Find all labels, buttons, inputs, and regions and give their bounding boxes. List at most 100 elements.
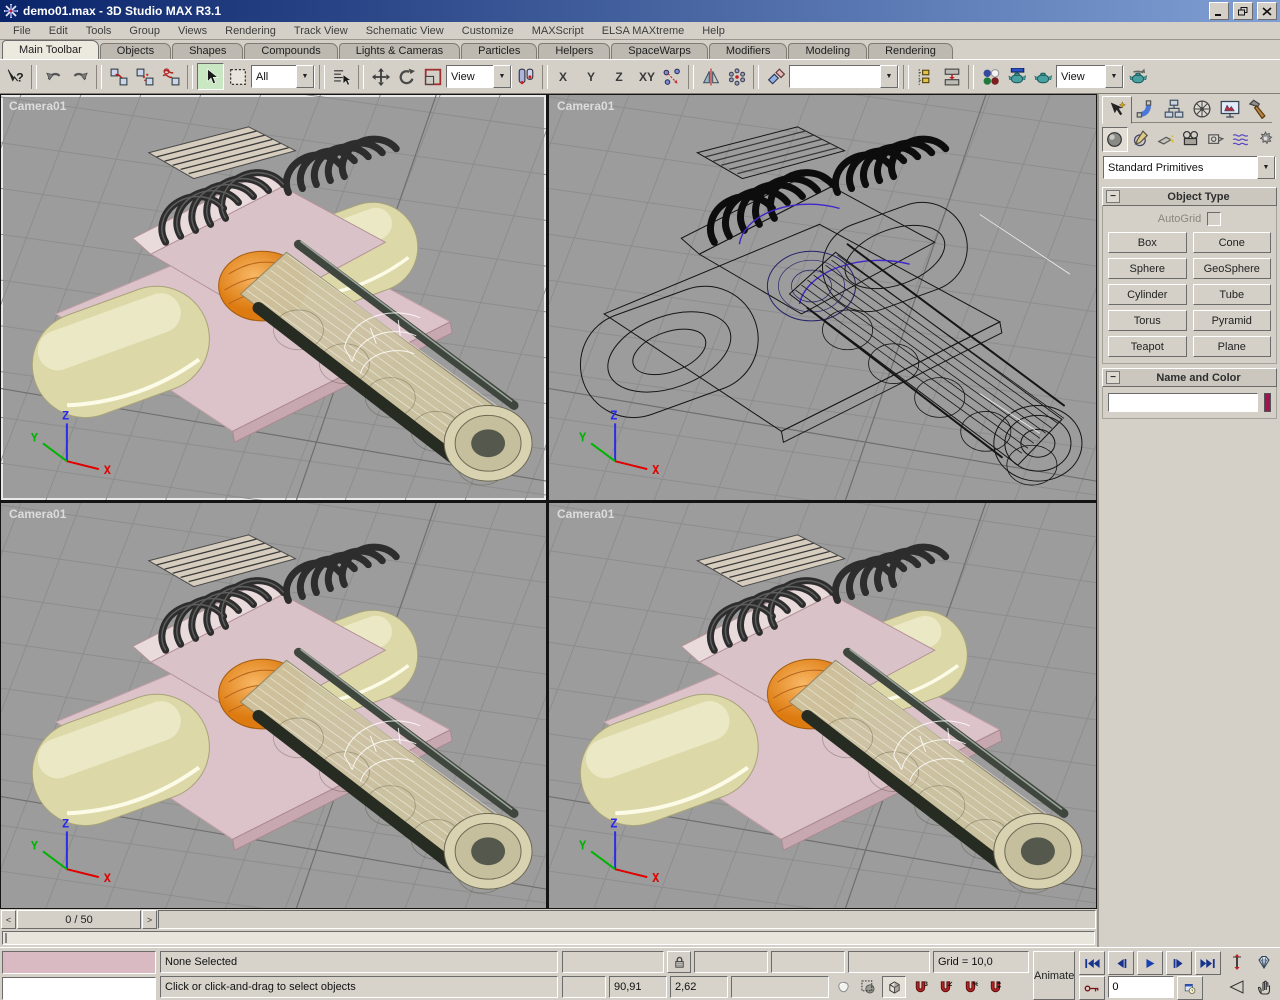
box-button[interactable]: Box (1108, 232, 1187, 253)
maxscript-mini-listener-macro[interactable] (2, 951, 156, 974)
menu-group[interactable]: Group (120, 24, 169, 38)
tab-compounds[interactable]: Compounds (244, 43, 337, 59)
collapse-icon[interactable]: − (1106, 190, 1120, 203)
open-track-view-button[interactable] (913, 64, 938, 89)
restrict-xy-button[interactable]: XY (636, 66, 658, 88)
menu-customize[interactable]: Customize (453, 24, 523, 38)
viewport-bottom-left[interactable]: ZYX Camera01 (1, 503, 546, 908)
menu-file[interactable]: File (4, 24, 40, 38)
primitive-category-dropdown[interactable]: Standard Primitives ▼ (1103, 156, 1276, 179)
restrict-x-button[interactable]: X (552, 66, 574, 88)
quick-render-button[interactable] (1030, 64, 1055, 89)
maxscript-mini-listener[interactable] (2, 977, 156, 1000)
field-of-view-button[interactable] (1225, 976, 1249, 998)
tab-particles[interactable]: Particles (461, 43, 537, 59)
select-object-button[interactable] (197, 63, 224, 90)
time-slider-groove[interactable] (158, 910, 1096, 929)
open-schematic-view-button[interactable] (939, 64, 964, 89)
viewport-bottom-right[interactable]: ZYX Camera01 (549, 503, 1096, 908)
teapot-button[interactable]: Teapot (1108, 336, 1187, 357)
restrict-y-button[interactable]: Y (580, 66, 602, 88)
use-pivot-point-center-button[interactable] (513, 64, 538, 89)
select-and-scale-button[interactable] (420, 64, 445, 89)
unlink-selection-button[interactable] (132, 64, 157, 89)
time-slider-handle[interactable]: 0 / 50 (17, 910, 141, 929)
restrict-z-button[interactable]: Z (608, 66, 630, 88)
array-button[interactable] (724, 64, 749, 89)
cylinder-button[interactable]: Cylinder (1108, 284, 1187, 305)
geometry-category-button[interactable] (1102, 127, 1128, 152)
torus-button[interactable]: Torus (1108, 310, 1187, 331)
bind-to-space-warp-button[interactable] (158, 64, 183, 89)
go-to-start-button[interactable] (1079, 951, 1105, 975)
tab-helpers[interactable]: Helpers (538, 43, 610, 59)
tab-rendering[interactable]: Rendering (868, 43, 953, 59)
angle-snap-button[interactable] (934, 976, 956, 998)
render-scene-button[interactable] (1004, 64, 1029, 89)
display-tab[interactable] (1216, 96, 1244, 123)
selection-lock-toggle[interactable] (667, 951, 691, 973)
time-slider-prev-button[interactable]: < (1, 910, 16, 929)
play-button[interactable] (1137, 951, 1163, 975)
cameras-category-button[interactable] (1179, 127, 1203, 150)
menu-elsa-maxtreme[interactable]: ELSA MAXtreme (593, 24, 694, 38)
rectangular-selection-region-button[interactable] (225, 64, 250, 89)
spinner-snap-button[interactable] (984, 976, 1006, 998)
track-bar-strip[interactable] (2, 931, 1095, 945)
menu-track-view[interactable]: Track View (285, 24, 357, 38)
select-and-link-button[interactable] (106, 64, 131, 89)
motion-tab[interactable] (1188, 96, 1216, 123)
render-last-button[interactable] (1125, 64, 1150, 89)
tab-modifiers[interactable]: Modifiers (709, 43, 788, 59)
animate-button[interactable]: Animate (1033, 951, 1075, 1000)
viewport-label[interactable]: Camera01 (557, 99, 614, 113)
viewport-label[interactable]: Camera01 (9, 507, 66, 521)
menu-views[interactable]: Views (169, 24, 216, 38)
menu-help[interactable]: Help (693, 24, 734, 38)
dolly-camera-button[interactable] (1225, 951, 1249, 973)
name-color-rollout-header[interactable]: − Name and Color (1102, 368, 1277, 387)
crossing-selection-toggle[interactable] (857, 976, 879, 998)
tab-spacewarps[interactable]: SpaceWarps (611, 43, 708, 59)
object-color-swatch[interactable] (1264, 393, 1271, 412)
material-editor-button[interactable] (978, 64, 1003, 89)
chevron-down-icon[interactable]: ▼ (1257, 156, 1275, 179)
redo-button[interactable] (67, 64, 92, 89)
viewport-top-right[interactable]: ZYX Camera01 (549, 95, 1096, 500)
sphere-button[interactable]: Sphere (1108, 258, 1187, 279)
zoom-extents-all-button[interactable] (1252, 951, 1276, 973)
minimize-button[interactable] (1209, 2, 1229, 20)
undo-button[interactable] (41, 64, 66, 89)
chevron-down-icon[interactable]: ▼ (1105, 65, 1123, 88)
select-and-move-button[interactable] (368, 64, 393, 89)
chevron-down-icon[interactable]: ▼ (880, 65, 898, 88)
menu-rendering[interactable]: Rendering (216, 24, 285, 38)
plane-button[interactable]: Plane (1193, 336, 1272, 357)
tab-objects[interactable]: Objects (100, 43, 171, 59)
systems-category-button[interactable] (1253, 127, 1277, 150)
object-name-input[interactable] (1108, 393, 1258, 412)
3d-snap-button[interactable]: 3 (909, 976, 931, 998)
select-and-manipulate-button[interactable] (659, 64, 684, 89)
select-and-rotate-button[interactable] (394, 64, 419, 89)
helpers-category-button[interactable] (1203, 127, 1227, 150)
viewport-label[interactable]: Camera01 (9, 99, 66, 113)
object-type-rollout-header[interactable]: − Object Type (1102, 187, 1277, 206)
help-mode-button[interactable]: ? (2, 64, 27, 89)
pan-button[interactable] (1252, 976, 1276, 998)
chevron-down-icon[interactable]: ▼ (296, 65, 314, 88)
close-button[interactable] (1257, 2, 1277, 20)
menu-tools[interactable]: Tools (77, 24, 121, 38)
modify-tab[interactable] (1132, 96, 1160, 123)
tab-main-toolbar[interactable]: Main Toolbar (2, 40, 99, 59)
menu-maxscript[interactable]: MAXScript (523, 24, 593, 38)
tube-button[interactable]: Tube (1193, 284, 1272, 305)
hierarchy-tab[interactable] (1160, 96, 1188, 123)
lights-category-button[interactable] (1154, 127, 1178, 150)
render-type-dropdown[interactable]: View ▼ (1056, 65, 1124, 88)
cone-button[interactable]: Cone (1193, 232, 1272, 253)
geosphere-button[interactable]: GeoSphere (1193, 258, 1272, 279)
previous-frame-button[interactable] (1108, 951, 1134, 975)
go-to-end-button[interactable] (1195, 951, 1221, 975)
collapse-icon[interactable]: − (1106, 371, 1120, 384)
